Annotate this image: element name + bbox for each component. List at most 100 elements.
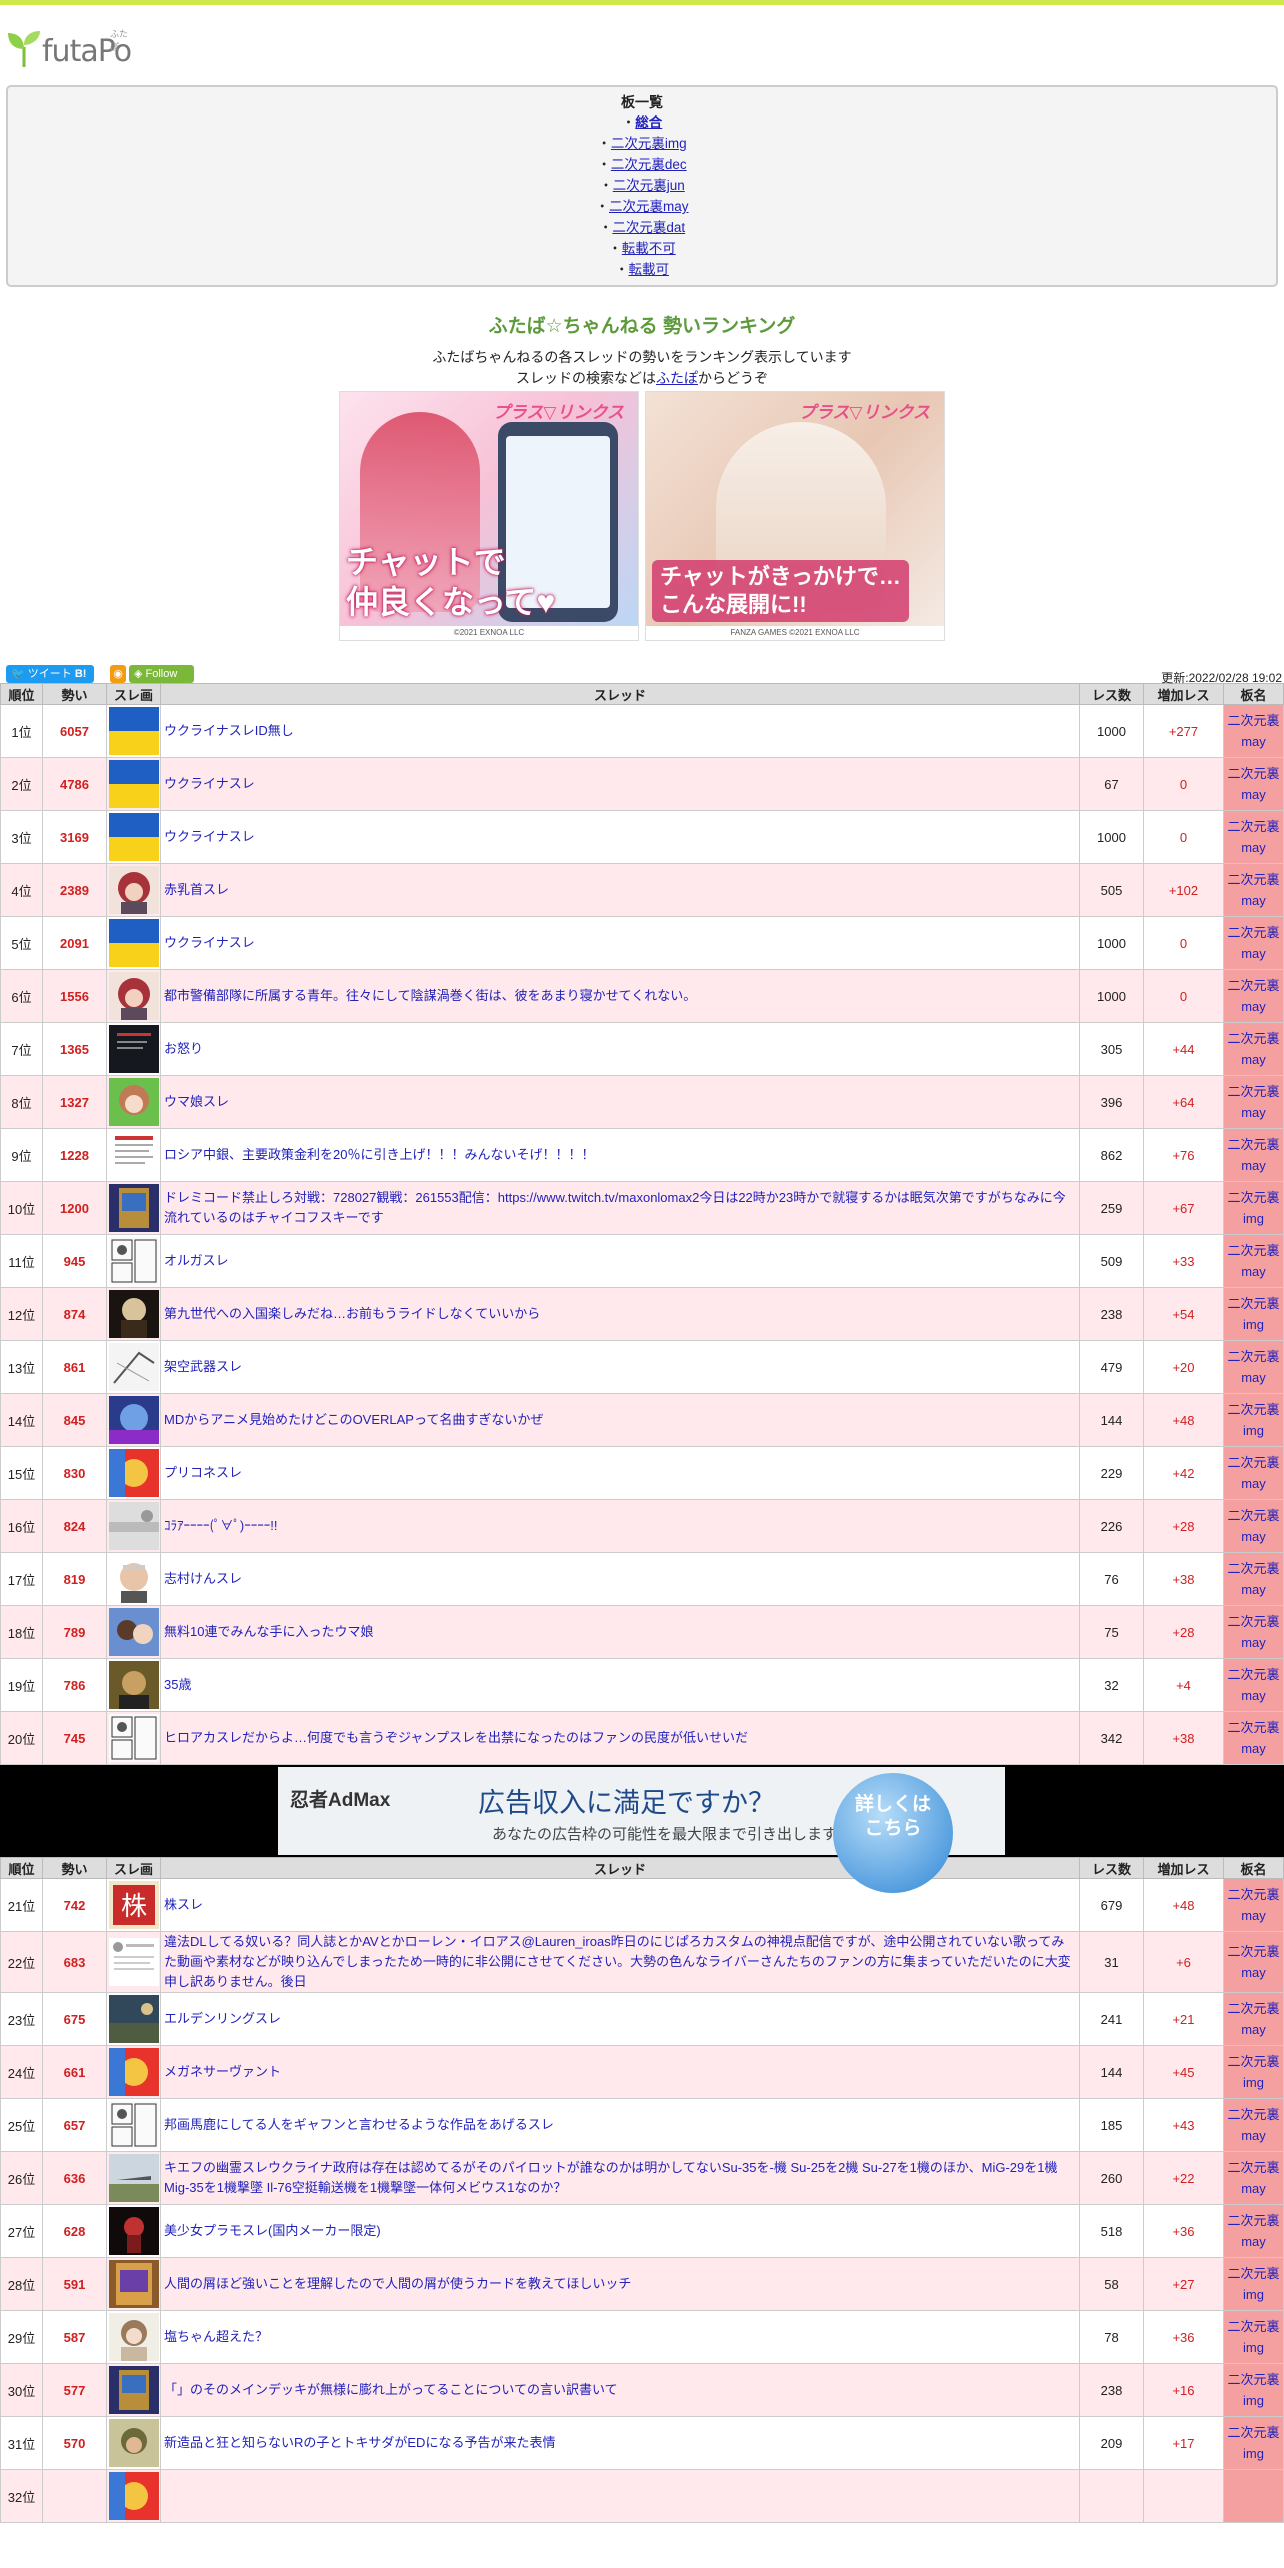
thread-thumbnail[interactable] bbox=[106, 2469, 161, 2523]
board-name-link[interactable]: 二次元裏 may bbox=[1227, 1887, 1279, 1923]
thread-link[interactable]: 35歳 bbox=[164, 1677, 191, 1692]
thread-thumbnail[interactable] bbox=[106, 863, 161, 917]
board-name-link[interactable]: 二次元裏 may bbox=[1227, 1137, 1279, 1173]
board-name-link[interactable]: 二次元裏 may bbox=[1227, 2001, 1279, 2037]
thread-link[interactable]: MDからアニメ見始めたけどこのOVERLAPって名曲すぎないかぜ bbox=[164, 1412, 543, 1427]
thread-thumbnail[interactable] bbox=[106, 2204, 161, 2258]
board-name-link[interactable]: 二次元裏 may bbox=[1227, 1720, 1279, 1756]
board-link[interactable]: 二次元裏dec bbox=[611, 157, 687, 172]
admax-ad[interactable]: 忍者AdMax 広告収入に満足ですか？ あなたの広告枠の可能性を最大限まで引き出… bbox=[278, 1767, 1005, 1893]
thread-thumbnail[interactable] bbox=[106, 1393, 161, 1447]
thread-link[interactable]: 架空武器スレ bbox=[164, 1359, 242, 1374]
thread-thumbnail[interactable] bbox=[106, 1128, 161, 1182]
board-name-link[interactable]: 二次元裏 may bbox=[1227, 1667, 1279, 1703]
board-name-link[interactable]: 二次元裏 may bbox=[1227, 766, 1279, 802]
board-name-link[interactable]: 二次元裏 may bbox=[1227, 1084, 1279, 1120]
thread-link[interactable]: 人間の屑ほど強いことを理解したので人間の屑が使うカードを教えてほしいッチ bbox=[164, 2276, 631, 2291]
banner-ad-right[interactable]: プラス▽リンクス チャットがきっかけで… こんな展開に!! FANZA GAMES… bbox=[645, 391, 945, 641]
thread-link[interactable]: エルデンリングスレ bbox=[164, 2011, 281, 2026]
rss-icon[interactable]: ◉ bbox=[110, 665, 126, 683]
thread-link[interactable]: ウクライナスレ bbox=[164, 829, 255, 844]
thread-link[interactable]: ヒロアカスレだからよ…何度でも言うぞジャンプスレを出禁になったのはファンの民度が… bbox=[164, 1730, 748, 1745]
board-link[interactable]: 二次元裏img bbox=[611, 136, 687, 151]
futapo-link[interactable]: ふたぽ bbox=[656, 370, 698, 386]
thread-thumbnail[interactable] bbox=[106, 1711, 161, 1765]
thread-thumbnail[interactable] bbox=[106, 1446, 161, 1500]
thread-thumbnail[interactable] bbox=[106, 2310, 161, 2364]
board-name-link[interactable]: 二次元裏 img bbox=[1227, 1190, 1279, 1226]
thread-link[interactable]: 無料10連でみんな手に入ったウマ娘 bbox=[164, 1624, 373, 1639]
board-name-link[interactable]: 二次元裏 may bbox=[1227, 1349, 1279, 1385]
thread-thumbnail[interactable] bbox=[106, 1075, 161, 1129]
thread-link[interactable]: キエフの幽霊スレウクライナ政府は存在は認めてるがそのパイロットが誰なのかは明かし… bbox=[164, 2160, 1058, 2195]
board-name-link[interactable]: 二次元裏 img bbox=[1227, 1402, 1279, 1438]
board-name-link[interactable]: 二次元裏 may bbox=[1227, 713, 1279, 749]
thread-link[interactable]: ウクライナスレ bbox=[164, 935, 255, 950]
board-name-link[interactable]: 二次元裏 may bbox=[1227, 1508, 1279, 1544]
thread-link[interactable]: プリコネスレ bbox=[164, 1465, 242, 1480]
thread-thumbnail[interactable] bbox=[106, 2416, 161, 2470]
thread-link[interactable]: ウマ娘スレ bbox=[164, 1094, 229, 1109]
tweet-button[interactable]: 🐦 ツイート B! bbox=[6, 665, 94, 683]
board-name-link[interactable]: 二次元裏 may bbox=[1227, 1031, 1279, 1067]
board-name-link[interactable]: 二次元裏 img bbox=[1227, 2319, 1279, 2355]
thread-thumbnail[interactable] bbox=[106, 1499, 161, 1553]
thread-thumbnail[interactable]: 株 bbox=[106, 1878, 161, 1932]
thread-thumbnail[interactable] bbox=[106, 757, 161, 811]
thread-link[interactable]: ドレミコード禁止しろ対戦：728027観戦：261553配信：https://w… bbox=[164, 1190, 1066, 1225]
thread-link[interactable]: 第九世代への入国楽しみだね…お前もうライドしなくていいから bbox=[164, 1306, 540, 1321]
board-name-link[interactable]: 二次元裏 may bbox=[1227, 872, 1279, 908]
thread-link[interactable]: 違法DLしてる奴いる？同人誌とかAVとかローレン・イロアス@Lauren_iro… bbox=[164, 1934, 1071, 1989]
thread-link[interactable]: 美少女プラモスレ(国内メーカー限定) bbox=[164, 2223, 381, 2238]
thread-link[interactable]: 赤乳首スレ bbox=[164, 882, 229, 897]
feedly-follow-button[interactable]: ◈ Follow bbox=[129, 665, 194, 683]
thread-link[interactable]: 新造品と狂と知らないRの子とトキサダがEDになる予告が来た表情 bbox=[164, 2435, 555, 2450]
board-name-link[interactable]: 二次元裏 may bbox=[1227, 1455, 1279, 1491]
thread-link[interactable]: 「」のそのメインデッキが無様に膨れ上がってることについての言い訳書いて bbox=[164, 2382, 618, 2397]
board-link[interactable]: 二次元裏may bbox=[609, 199, 689, 214]
thread-thumbnail[interactable] bbox=[106, 1181, 161, 1235]
thread-thumbnail[interactable] bbox=[106, 1340, 161, 1394]
board-name-link[interactable]: 二次元裏 may bbox=[1227, 925, 1279, 961]
thread-thumbnail[interactable] bbox=[106, 1931, 161, 1993]
thread-thumbnail[interactable] bbox=[106, 916, 161, 970]
thread-thumbnail[interactable] bbox=[106, 1658, 161, 1712]
thread-thumbnail[interactable] bbox=[106, 1287, 161, 1341]
banner-ad-left[interactable]: プラス▽リンクス チャットで 仲良くなって♥ ©2021 EXNOA LLC bbox=[339, 391, 639, 641]
site-logo[interactable]: futaPo ふたぽ bbox=[6, 27, 132, 67]
board-link[interactable]: 二次元裏dat bbox=[612, 220, 685, 235]
board-name-link[interactable]: 二次元裏 may bbox=[1227, 2213, 1279, 2249]
board-name-link[interactable]: 二次元裏 may bbox=[1227, 2160, 1279, 2196]
board-link[interactable]: 転載可 bbox=[629, 262, 670, 277]
thread-link[interactable]: 塩ちゃん超えた？ bbox=[164, 2329, 268, 2344]
thread-link[interactable]: 株スレ bbox=[164, 1897, 203, 1912]
board-name-link[interactable]: 二次元裏 may bbox=[1227, 1561, 1279, 1597]
thread-thumbnail[interactable] bbox=[106, 1992, 161, 2046]
board-name-link[interactable]: 二次元裏 may bbox=[1227, 978, 1279, 1014]
thread-link[interactable]: 邦画馬鹿にしてる人をギャフンと言わせるような作品をあげるスレ bbox=[164, 2117, 554, 2132]
thread-thumbnail[interactable] bbox=[106, 2363, 161, 2417]
thread-thumbnail[interactable] bbox=[106, 704, 161, 758]
thread-thumbnail[interactable] bbox=[106, 1605, 161, 1659]
board-name-link[interactable]: 二次元裏 may bbox=[1227, 2107, 1279, 2143]
board-link[interactable]: 転載不可 bbox=[622, 241, 676, 256]
board-name-link[interactable]: 二次元裏 img bbox=[1227, 2266, 1279, 2302]
thread-link[interactable]: 志村けんスレ bbox=[164, 1571, 242, 1586]
thread-thumbnail[interactable] bbox=[106, 969, 161, 1023]
thread-thumbnail[interactable] bbox=[106, 1234, 161, 1288]
thread-thumbnail[interactable] bbox=[106, 810, 161, 864]
board-link[interactable]: 二次元裏jun bbox=[613, 178, 685, 193]
thread-thumbnail[interactable] bbox=[106, 2045, 161, 2099]
thread-thumbnail[interactable] bbox=[106, 2151, 161, 2205]
thread-thumbnail[interactable] bbox=[106, 2098, 161, 2152]
board-name-link[interactable]: 二次元裏 may bbox=[1227, 1944, 1279, 1980]
thread-link[interactable]: ｺﾗｱｰｰｰｰ(ﾟ∀ﾟ)ｰｰｰｰ!! bbox=[164, 1518, 277, 1533]
board-name-link[interactable]: 二次元裏 may bbox=[1227, 1614, 1279, 1650]
board-name-link[interactable]: 二次元裏 may bbox=[1227, 1243, 1279, 1279]
thread-link[interactable]: ロシア中銀、主要政策金利を20％に引き上げ！！！みんないそげ！！！！ bbox=[164, 1147, 594, 1162]
thread-link[interactable]: オルガスレ bbox=[164, 1253, 229, 1268]
thread-thumbnail[interactable] bbox=[106, 1022, 161, 1076]
board-link[interactable]: 総合 bbox=[635, 115, 662, 130]
thread-thumbnail[interactable] bbox=[106, 2257, 161, 2311]
thread-link[interactable]: 都市警備部隊に所属する青年。往々にして陰謀渦巻く街は、彼をあまり寝かせてくれない… bbox=[164, 988, 696, 1003]
